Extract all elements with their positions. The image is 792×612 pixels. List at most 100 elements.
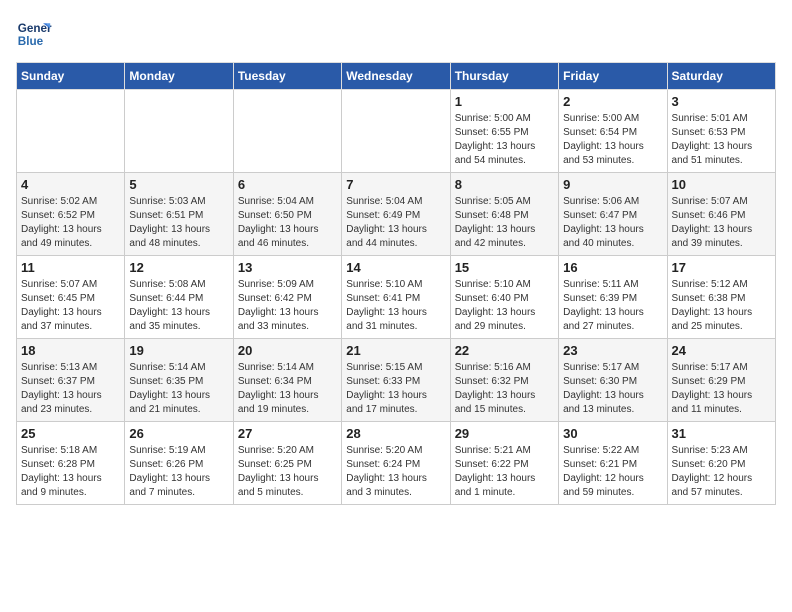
day-info: Sunrise: 5:01 AM Sunset: 6:53 PM Dayligh… bbox=[672, 112, 771, 168]
day-number: 3 bbox=[672, 94, 771, 109]
day-info: Sunrise: 5:17 AM Sunset: 6:29 PM Dayligh… bbox=[672, 361, 771, 417]
day-number: 27 bbox=[238, 426, 337, 441]
calendar-day-cell: 19 Sunrise: 5:14 AM Sunset: 6:35 PM Dayli… bbox=[125, 339, 233, 422]
day-number: 16 bbox=[563, 260, 662, 275]
day-number: 21 bbox=[346, 343, 445, 358]
day-number: 11 bbox=[21, 260, 120, 275]
day-info: Sunrise: 5:07 AM Sunset: 6:45 PM Dayligh… bbox=[21, 278, 120, 334]
day-number: 23 bbox=[563, 343, 662, 358]
calendar-day-cell bbox=[125, 90, 233, 173]
weekday-header: Thursday bbox=[450, 63, 558, 90]
day-number: 7 bbox=[346, 177, 445, 192]
day-info: Sunrise: 5:19 AM Sunset: 6:26 PM Dayligh… bbox=[129, 444, 228, 500]
calendar-day-cell: 5Sunrise: 5:03 AM Sunset: 6:51 PM Daylig… bbox=[125, 173, 233, 256]
calendar-day-cell: 21 Sunrise: 5:15 AM Sunset: 6:33 PM Dayli… bbox=[342, 339, 450, 422]
day-number: 31 bbox=[672, 426, 771, 441]
calendar-body: 1 Sunrise: 5:00 AM Sunset: 6:55 PM Daylig… bbox=[17, 90, 776, 505]
day-number: 17 bbox=[672, 260, 771, 275]
day-number: 25 bbox=[21, 426, 120, 441]
calendar-day-cell: 17 Sunrise: 5:12 AM Sunset: 6:38 PM Dayli… bbox=[667, 256, 775, 339]
day-info: Sunrise: 5:22 AM Sunset: 6:21 PM Dayligh… bbox=[563, 444, 662, 500]
day-info: Sunrise: 5:18 AM Sunset: 6:28 PM Dayligh… bbox=[21, 444, 120, 500]
day-number: 18 bbox=[21, 343, 120, 358]
page-header: General Blue bbox=[16, 16, 776, 52]
day-info: Sunrise: 5:14 AM Sunset: 6:34 PM Dayligh… bbox=[238, 361, 337, 417]
day-number: 13 bbox=[238, 260, 337, 275]
day-number: 19 bbox=[129, 343, 228, 358]
weekday-header: Saturday bbox=[667, 63, 775, 90]
day-number: 10 bbox=[672, 177, 771, 192]
calendar-day-cell bbox=[17, 90, 125, 173]
day-number: 2 bbox=[563, 94, 662, 109]
day-number: 14 bbox=[346, 260, 445, 275]
day-info: Sunrise: 5:10 AM Sunset: 6:40 PM Dayligh… bbox=[455, 278, 554, 334]
calendar-day-cell: 8Sunrise: 5:05 AM Sunset: 6:48 PM Daylig… bbox=[450, 173, 558, 256]
day-info: Sunrise: 5:21 AM Sunset: 6:22 PM Dayligh… bbox=[455, 444, 554, 500]
day-number: 26 bbox=[129, 426, 228, 441]
svg-text:Blue: Blue bbox=[18, 35, 44, 48]
day-info: Sunrise: 5:11 AM Sunset: 6:39 PM Dayligh… bbox=[563, 278, 662, 334]
day-number: 28 bbox=[346, 426, 445, 441]
calendar-day-cell: 7 Sunrise: 5:04 AM Sunset: 6:49 PM Daylig… bbox=[342, 173, 450, 256]
day-info: Sunrise: 5:09 AM Sunset: 6:42 PM Dayligh… bbox=[238, 278, 337, 334]
day-info: Sunrise: 5:16 AM Sunset: 6:32 PM Dayligh… bbox=[455, 361, 554, 417]
calendar-day-cell: 20 Sunrise: 5:14 AM Sunset: 6:34 PM Dayli… bbox=[233, 339, 341, 422]
day-number: 30 bbox=[563, 426, 662, 441]
day-info: Sunrise: 5:04 AM Sunset: 6:49 PM Dayligh… bbox=[346, 195, 445, 251]
day-info: Sunrise: 5:20 AM Sunset: 6:24 PM Dayligh… bbox=[346, 444, 445, 500]
calendar-week-row: 1 Sunrise: 5:00 AM Sunset: 6:55 PM Daylig… bbox=[17, 90, 776, 173]
calendar-day-cell: 6Sunrise: 5:04 AM Sunset: 6:50 PM Daylig… bbox=[233, 173, 341, 256]
calendar-day-cell bbox=[342, 90, 450, 173]
day-info: Sunrise: 5:08 AM Sunset: 6:44 PM Dayligh… bbox=[129, 278, 228, 334]
day-number: 22 bbox=[455, 343, 554, 358]
weekday-header: Wednesday bbox=[342, 63, 450, 90]
day-number: 1 bbox=[455, 94, 554, 109]
calendar-day-cell: 28 Sunrise: 5:20 AM Sunset: 6:24 PM Dayli… bbox=[342, 422, 450, 505]
weekday-header: Friday bbox=[559, 63, 667, 90]
calendar-week-row: 18 Sunrise: 5:13 AM Sunset: 6:37 PM Dayli… bbox=[17, 339, 776, 422]
calendar-day-cell: 26 Sunrise: 5:19 AM Sunset: 6:26 PM Dayli… bbox=[125, 422, 233, 505]
calendar-day-cell: 10 Sunrise: 5:07 AM Sunset: 6:46 PM Dayli… bbox=[667, 173, 775, 256]
day-info: Sunrise: 5:14 AM Sunset: 6:35 PM Dayligh… bbox=[129, 361, 228, 417]
weekday-header: Sunday bbox=[17, 63, 125, 90]
calendar-day-cell: 14Sunrise: 5:10 AM Sunset: 6:41 PM Dayli… bbox=[342, 256, 450, 339]
calendar-week-row: 11 Sunrise: 5:07 AM Sunset: 6:45 PM Dayli… bbox=[17, 256, 776, 339]
day-info: Sunrise: 5:13 AM Sunset: 6:37 PM Dayligh… bbox=[21, 361, 120, 417]
day-info: Sunrise: 5:00 AM Sunset: 6:55 PM Dayligh… bbox=[455, 112, 554, 168]
calendar-week-row: 25 Sunrise: 5:18 AM Sunset: 6:28 PM Dayli… bbox=[17, 422, 776, 505]
calendar-header: SundayMondayTuesdayWednesdayThursdayFrid… bbox=[17, 63, 776, 90]
day-number: 12 bbox=[129, 260, 228, 275]
day-info: Sunrise: 5:05 AM Sunset: 6:48 PM Dayligh… bbox=[455, 195, 554, 251]
logo-icon: General Blue bbox=[16, 16, 52, 52]
calendar-day-cell: 1 Sunrise: 5:00 AM Sunset: 6:55 PM Daylig… bbox=[450, 90, 558, 173]
calendar-table: SundayMondayTuesdayWednesdayThursdayFrid… bbox=[16, 62, 776, 505]
calendar-day-cell: 11 Sunrise: 5:07 AM Sunset: 6:45 PM Dayli… bbox=[17, 256, 125, 339]
calendar-day-cell: 25 Sunrise: 5:18 AM Sunset: 6:28 PM Dayli… bbox=[17, 422, 125, 505]
calendar-day-cell: 16 Sunrise: 5:11 AM Sunset: 6:39 PM Dayli… bbox=[559, 256, 667, 339]
weekday-row: SundayMondayTuesdayWednesdayThursdayFrid… bbox=[17, 63, 776, 90]
day-number: 29 bbox=[455, 426, 554, 441]
day-info: Sunrise: 5:06 AM Sunset: 6:47 PM Dayligh… bbox=[563, 195, 662, 251]
day-number: 9 bbox=[563, 177, 662, 192]
day-info: Sunrise: 5:20 AM Sunset: 6:25 PM Dayligh… bbox=[238, 444, 337, 500]
weekday-header: Tuesday bbox=[233, 63, 341, 90]
day-info: Sunrise: 5:00 AM Sunset: 6:54 PM Dayligh… bbox=[563, 112, 662, 168]
day-info: Sunrise: 5:12 AM Sunset: 6:38 PM Dayligh… bbox=[672, 278, 771, 334]
day-number: 24 bbox=[672, 343, 771, 358]
calendar-day-cell: 27 Sunrise: 5:20 AM Sunset: 6:25 PM Dayli… bbox=[233, 422, 341, 505]
logo: General Blue bbox=[16, 16, 56, 52]
calendar-day-cell: 15 Sunrise: 5:10 AM Sunset: 6:40 PM Dayli… bbox=[450, 256, 558, 339]
day-info: Sunrise: 5:02 AM Sunset: 6:52 PM Dayligh… bbox=[21, 195, 120, 251]
day-number: 15 bbox=[455, 260, 554, 275]
weekday-header: Monday bbox=[125, 63, 233, 90]
day-info: Sunrise: 5:15 AM Sunset: 6:33 PM Dayligh… bbox=[346, 361, 445, 417]
day-info: Sunrise: 5:03 AM Sunset: 6:51 PM Dayligh… bbox=[129, 195, 228, 251]
calendar-day-cell: 3 Sunrise: 5:01 AM Sunset: 6:53 PM Daylig… bbox=[667, 90, 775, 173]
calendar-day-cell: 18 Sunrise: 5:13 AM Sunset: 6:37 PM Dayli… bbox=[17, 339, 125, 422]
calendar-day-cell bbox=[233, 90, 341, 173]
calendar-day-cell: 30 Sunrise: 5:22 AM Sunset: 6:21 PM Dayli… bbox=[559, 422, 667, 505]
calendar-day-cell: 24 Sunrise: 5:17 AM Sunset: 6:29 PM Dayli… bbox=[667, 339, 775, 422]
day-number: 20 bbox=[238, 343, 337, 358]
calendar-day-cell: 23Sunrise: 5:17 AM Sunset: 6:30 PM Dayli… bbox=[559, 339, 667, 422]
day-info: Sunrise: 5:07 AM Sunset: 6:46 PM Dayligh… bbox=[672, 195, 771, 251]
